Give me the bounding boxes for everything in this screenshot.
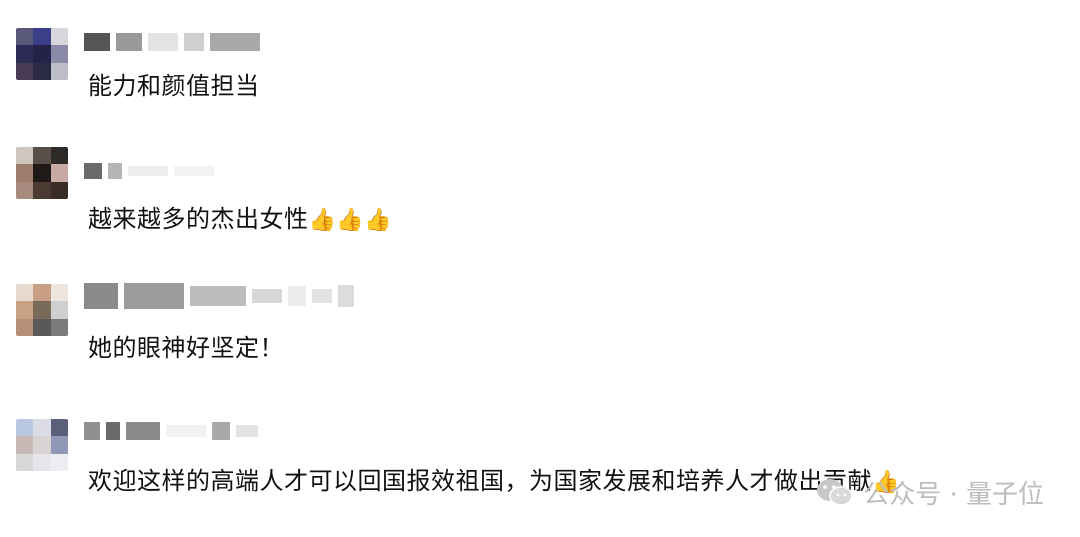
comment-item: 能力和颜值担当 xyxy=(0,20,1080,110)
avatar[interactable] xyxy=(16,284,68,336)
comment-item: 她的眼神好坚定！ xyxy=(0,280,1080,380)
wechat-icon xyxy=(815,477,855,509)
username-blurred[interactable] xyxy=(84,283,354,309)
comment-text: 她的眼神好坚定！ xyxy=(88,334,284,362)
watermark-label: 公众号 · 量子位 xyxy=(863,480,1044,510)
comment-text: 欢迎这样的高端人才可以回国报效祖国，为国家发展和培养人才做出贡献👍 xyxy=(88,467,900,495)
comment-text: 越来越多的杰出女性👍👍👍 xyxy=(88,205,393,233)
comment-item: 越来越多的杰出女性👍👍👍 xyxy=(0,145,1080,245)
avatar[interactable] xyxy=(16,147,68,199)
comment-text: 能力和颜值担当 xyxy=(88,72,260,100)
thumbs-up-icon: 👍👍👍 xyxy=(308,208,393,233)
username-blurred[interactable] xyxy=(84,30,260,54)
avatar[interactable] xyxy=(16,28,68,80)
username-blurred[interactable] xyxy=(84,419,258,443)
username-blurred[interactable] xyxy=(84,159,214,183)
watermark: 公众号 · 量子位 xyxy=(815,474,1044,511)
avatar[interactable] xyxy=(16,419,68,471)
